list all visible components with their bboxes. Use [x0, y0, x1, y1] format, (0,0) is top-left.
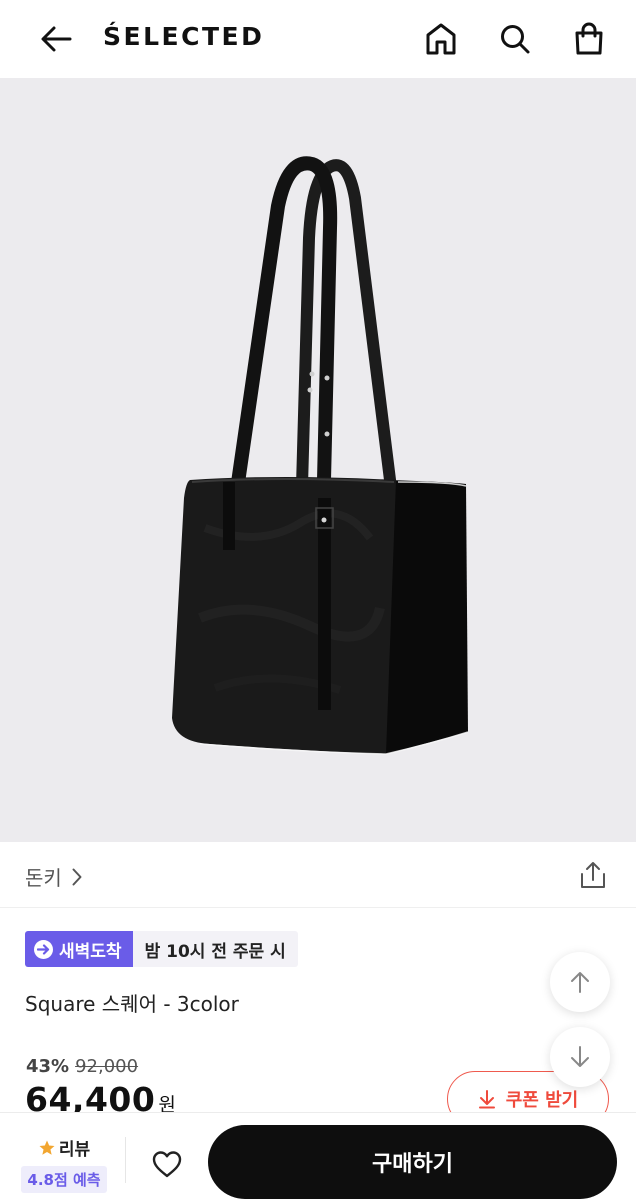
- top-header: ŚELECTED: [0, 0, 636, 78]
- home-button[interactable]: [420, 18, 462, 60]
- arrow-down-icon: [571, 1046, 589, 1067]
- arrow-up-icon: [571, 972, 589, 993]
- review-label: 리뷰: [58, 1140, 91, 1160]
- share-icon: [581, 862, 605, 888]
- wishlist-button[interactable]: [146, 1143, 188, 1185]
- buy-button[interactable]: 구매하기: [208, 1125, 617, 1199]
- bottom-divider: [125, 1137, 126, 1183]
- cart-button[interactable]: [568, 18, 610, 60]
- brand-row: 돈키: [0, 842, 636, 908]
- review-button[interactable]: 리뷰 4.8점 예측: [18, 1135, 110, 1193]
- coupon-label: 쿠폰 받기: [505, 1090, 579, 1111]
- scroll-top-button[interactable]: [550, 952, 610, 1012]
- tote-bag-illustration: [172, 156, 469, 755]
- product-name: Square 스퀘어 - 3color: [25, 992, 239, 1016]
- brand-logo[interactable]: ŚELECTED: [103, 22, 264, 51]
- dawn-delivery-label: 새벽도착: [59, 941, 122, 962]
- discount-rate: 43%: [26, 1056, 70, 1077]
- chevron-right-icon: [72, 868, 82, 885]
- arrow-right-circle-icon: [34, 939, 53, 959]
- back-button[interactable]: [36, 20, 76, 58]
- brand-name: 돈키: [25, 866, 62, 890]
- search-icon: [501, 25, 530, 54]
- scroll-bottom-button[interactable]: [550, 1027, 610, 1087]
- delivery-cutoff-text: 밤 10시 전 주문 시: [132, 931, 298, 967]
- rating-badge: 4.8점 예측: [21, 1166, 107, 1193]
- brand-link[interactable]: 돈키: [25, 862, 82, 891]
- download-icon: [478, 1090, 495, 1109]
- shopping-bag-icon: [575, 22, 603, 55]
- share-button[interactable]: [576, 858, 610, 892]
- discount-row: 43% 92,000: [26, 1056, 138, 1077]
- product-image[interactable]: [0, 78, 636, 842]
- original-price: 92,000: [75, 1056, 139, 1077]
- review-header: 리뷰: [38, 1135, 90, 1160]
- arrow-left-icon: [41, 26, 72, 52]
- delivery-badge: 새벽도착 밤 10시 전 주문 시: [25, 931, 298, 967]
- star-icon: [39, 1140, 55, 1155]
- heart-icon: [152, 1151, 182, 1178]
- bottom-action-bar: 리뷰 4.8점 예측 구매하기: [0, 1112, 636, 1200]
- home-icon: [426, 23, 456, 55]
- dawn-delivery-badge: 새벽도착: [25, 931, 133, 967]
- search-button[interactable]: [494, 18, 536, 60]
